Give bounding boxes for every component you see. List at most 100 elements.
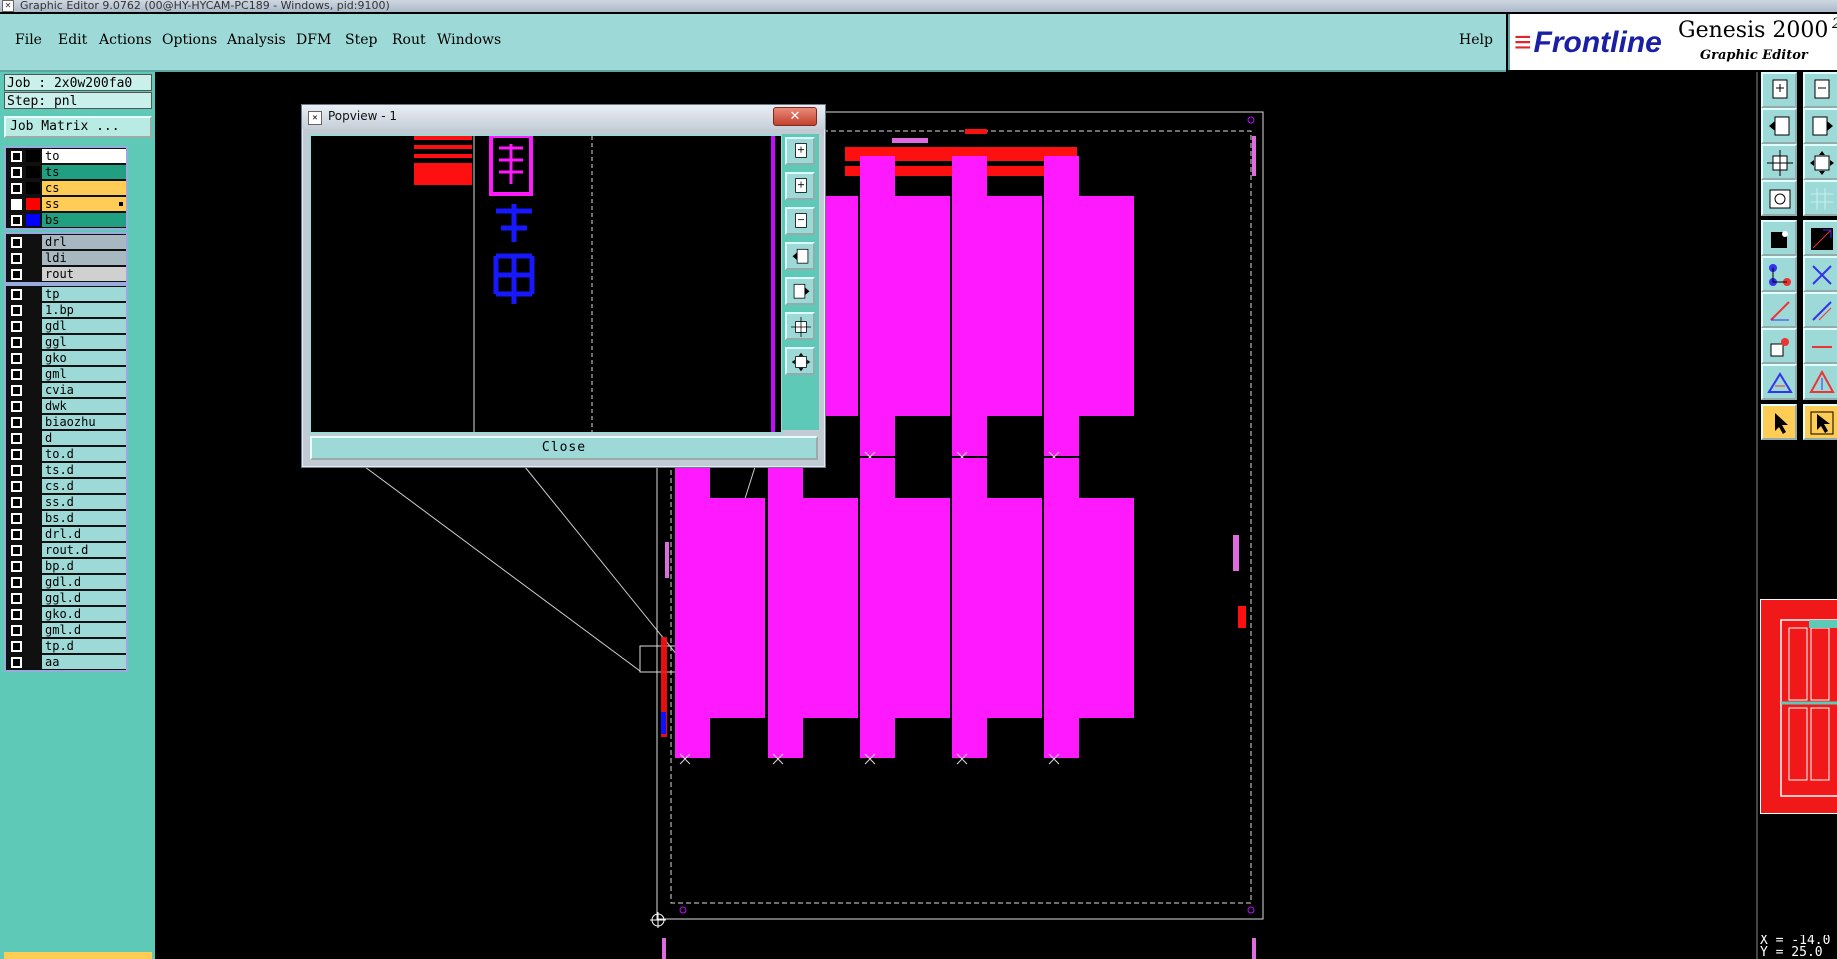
- layer-name[interactable]: rout: [42, 267, 126, 281]
- layer-checkbox[interactable]: [11, 401, 22, 412]
- layer-checkbox[interactable]: [11, 465, 22, 476]
- snap-button[interactable]: [1761, 180, 1797, 216]
- layer-row[interactable]: gko.d: [6, 606, 126, 622]
- layer-name[interactable]: ts: [42, 165, 126, 179]
- cross-button[interactable]: [1803, 256, 1837, 292]
- layer-row[interactable]: bp.d: [6, 558, 126, 574]
- layer-name[interactable]: gml: [42, 367, 126, 381]
- layer-name[interactable]: bs: [42, 213, 126, 227]
- popview-zoom-fit-button[interactable]: [785, 347, 815, 375]
- pad-button[interactable]: [1761, 328, 1797, 364]
- layer-row[interactable]: biaozhu: [6, 414, 126, 430]
- layer-name[interactable]: dwk: [42, 399, 126, 413]
- layer-row[interactable]: gko: [6, 350, 126, 366]
- layer-row[interactable]: bs: [6, 212, 126, 228]
- net-button[interactable]: [1803, 220, 1837, 256]
- layer-checkbox[interactable]: [11, 529, 22, 540]
- layer-row[interactable]: gml: [6, 366, 126, 382]
- layer-checkbox[interactable]: [11, 183, 22, 194]
- layer-row[interactable]: drl.d: [6, 526, 126, 542]
- layer-color-swatch[interactable]: [26, 150, 40, 162]
- layer-checkbox[interactable]: [11, 337, 22, 348]
- menu-help[interactable]: Help: [1459, 32, 1493, 48]
- layer-row[interactable]: gdl: [6, 318, 126, 334]
- pan-left-button[interactable]: [1761, 108, 1797, 144]
- layer-name[interactable]: to.d: [42, 447, 126, 461]
- layer-row[interactable]: ts.d: [6, 462, 126, 478]
- layer-checkbox[interactable]: [11, 385, 22, 396]
- layer-name[interactable]: gdl.d: [42, 575, 126, 589]
- layer-name[interactable]: aa: [42, 655, 126, 669]
- layer-name[interactable]: ss.d: [42, 495, 126, 509]
- popview-zoom-out-button[interactable]: [785, 207, 815, 235]
- layer-row[interactable]: cs: [6, 180, 126, 196]
- menu-step[interactable]: Step: [345, 32, 377, 48]
- layer-checkbox[interactable]: [11, 151, 22, 162]
- popview-zoom-home-button[interactable]: [785, 312, 815, 340]
- layer-row[interactable]: ss: [6, 196, 126, 212]
- measure-button[interactable]: [1761, 220, 1797, 256]
- layer-row[interactable]: aa: [6, 654, 126, 670]
- layer-name[interactable]: ggl.d: [42, 591, 126, 605]
- zoom-home-button[interactable]: [1761, 144, 1797, 180]
- layer-name[interactable]: ss: [42, 197, 126, 211]
- layer-name[interactable]: tp: [42, 287, 126, 301]
- menu-actions[interactable]: Actions: [99, 32, 152, 48]
- layer-row[interactable]: ss.d: [6, 494, 126, 510]
- layer-checkbox[interactable]: [11, 609, 22, 620]
- layer-name[interactable]: to: [42, 149, 126, 163]
- layer-name[interactable]: ts.d: [42, 463, 126, 477]
- layer-checkbox[interactable]: [11, 433, 22, 444]
- layer-checkbox[interactable]: [11, 593, 22, 604]
- arc-button[interactable]: [1803, 292, 1837, 328]
- layer-row[interactable]: 1.bp: [6, 302, 126, 318]
- layer-checkbox[interactable]: [11, 657, 22, 668]
- layer-checkbox[interactable]: [11, 641, 22, 652]
- zoom-out-button[interactable]: [1803, 72, 1837, 108]
- job-matrix-button[interactable]: Job Matrix ...: [4, 116, 152, 138]
- layer-row[interactable]: d: [6, 430, 126, 446]
- layer-name[interactable]: ldi: [42, 251, 126, 265]
- layer-row[interactable]: gml.d: [6, 622, 126, 638]
- popview-title-bar[interactable]: ✕ Popview - 1 ✕: [302, 105, 825, 129]
- layer-row[interactable]: to: [6, 148, 126, 164]
- popview-zoom-in-button[interactable]: [785, 137, 815, 165]
- layer-checkbox[interactable]: [11, 545, 22, 556]
- triangle-select-button[interactable]: [1803, 364, 1837, 400]
- layer-name[interactable]: bp.d: [42, 559, 126, 573]
- layer-name[interactable]: rout.d: [42, 543, 126, 557]
- layer-row[interactable]: to.d: [6, 446, 126, 462]
- layer-checkbox[interactable]: [11, 513, 22, 524]
- popview-canvas[interactable]: [309, 134, 783, 434]
- layer-checkbox[interactable]: [11, 237, 22, 248]
- layer-name[interactable]: cs: [42, 181, 126, 195]
- layer-row[interactable]: ldi: [6, 250, 126, 266]
- layer-checkbox[interactable]: [11, 417, 22, 428]
- layer-row[interactable]: tp: [6, 286, 126, 302]
- layer-checkbox[interactable]: [11, 269, 22, 280]
- layer-name[interactable]: d: [42, 431, 126, 445]
- layer-name[interactable]: biaozhu: [42, 415, 126, 429]
- menu-options[interactable]: Options: [162, 32, 217, 48]
- layer-checkbox[interactable]: [11, 369, 22, 380]
- zoom-in-button[interactable]: [1761, 72, 1797, 108]
- layer-row[interactable]: bs.d: [6, 510, 126, 526]
- zoom-fit-button[interactable]: [1803, 144, 1837, 180]
- layer-row[interactable]: gdl.d: [6, 574, 126, 590]
- layer-checkbox[interactable]: [11, 577, 22, 588]
- layer-name[interactable]: gdl: [42, 319, 126, 333]
- layer-row[interactable]: tp.d: [6, 638, 126, 654]
- layer-row[interactable]: dwk: [6, 398, 126, 414]
- pan-right-button[interactable]: [1803, 108, 1837, 144]
- layer-checkbox[interactable]: [11, 253, 22, 264]
- layer-checkbox[interactable]: [11, 561, 22, 572]
- layer-checkbox[interactable]: [11, 353, 22, 364]
- layer-checkbox[interactable]: [11, 481, 22, 492]
- layer-row[interactable]: ggl: [6, 334, 126, 350]
- layer-name[interactable]: gko: [42, 351, 126, 365]
- layer-name[interactable]: drl: [42, 235, 126, 249]
- layer-row[interactable]: cvia: [6, 382, 126, 398]
- layer-name[interactable]: ggl: [42, 335, 126, 349]
- layer-name[interactable]: tp.d: [42, 639, 126, 653]
- pointer-button[interactable]: [1761, 404, 1797, 440]
